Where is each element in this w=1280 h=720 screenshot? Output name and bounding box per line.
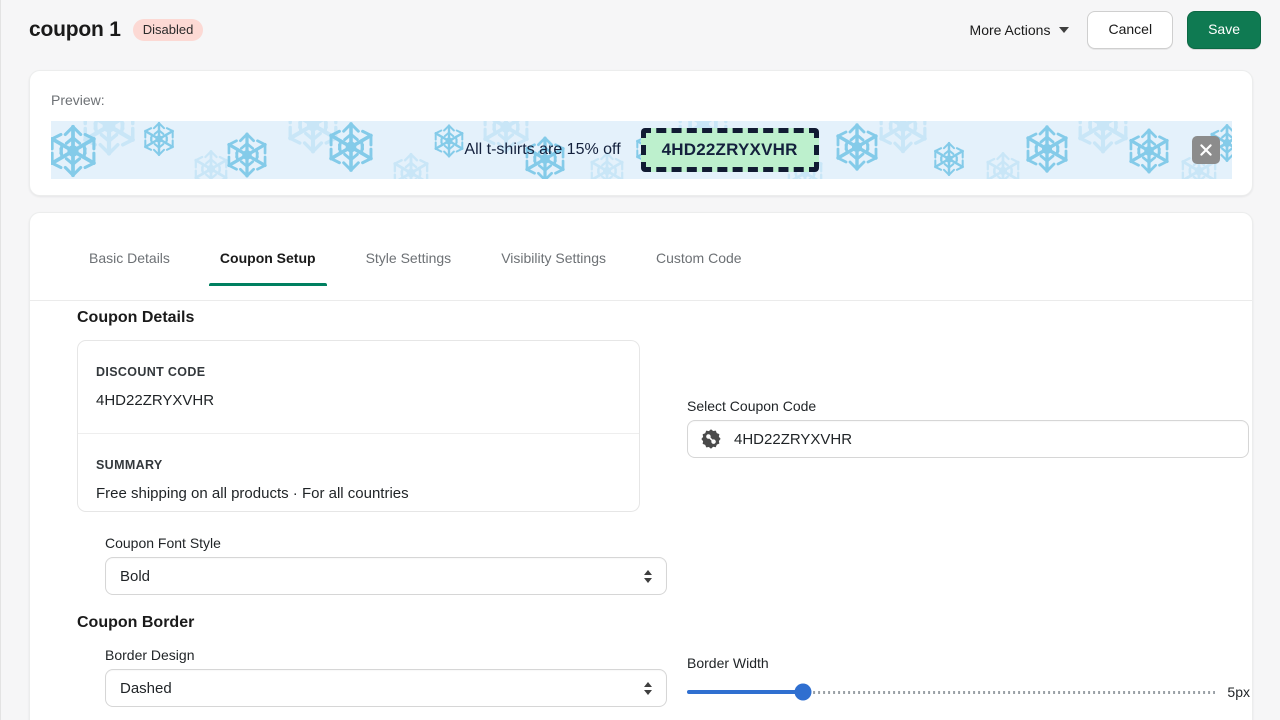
coupon-font-style-value: Bold <box>120 567 151 585</box>
page-title: coupon 1 <box>29 18 121 41</box>
tab-style-settings[interactable]: Style Settings <box>355 242 463 286</box>
slider-remaining-track <box>803 690 1216 694</box>
save-button[interactable]: Save <box>1187 11 1261 49</box>
tab-bar: Basic Details Coupon Setup Style Setting… <box>30 242 1252 301</box>
status-badge: Disabled <box>132 18 204 42</box>
banner-content: All t-shirts are 15% off 4HD22ZRYXVHR <box>464 128 819 172</box>
tab-coupon-setup[interactable]: Coupon Setup <box>208 242 327 286</box>
select-updown-icon <box>644 569 652 583</box>
chevron-down-icon <box>1059 27 1070 33</box>
preview-label: Preview: <box>51 92 105 108</box>
coupon-banner-preview: All t-shirts are 15% off 4HD22ZRYXVHR <box>51 121 1232 179</box>
close-icon <box>1200 144 1212 156</box>
header-actions: More Actions Cancel Save <box>966 11 1261 49</box>
border-width-value: 5px <box>1227 684 1250 700</box>
summary-row: SUMMARY Free shipping on all products · … <box>78 433 639 502</box>
discount-code-key: DISCOUNT CODE <box>96 365 206 379</box>
page-header: coupon 1 Disabled More Actions Cancel Sa… <box>1 0 1280 60</box>
border-width-slider[interactable] <box>687 683 1216 701</box>
select-coupon-code-field[interactable]: 4HD22ZRYXVHR <box>687 420 1249 458</box>
slider-filled-track <box>687 690 804 694</box>
summary-value: Free shipping on all products · For all … <box>96 485 409 502</box>
tab-custom-code[interactable]: Custom Code <box>645 242 753 286</box>
banner-close-button[interactable] <box>1192 136 1220 164</box>
border-width-label: Border Width <box>687 655 769 671</box>
select-coupon-code-value: 4HD22ZRYXVHR <box>734 430 853 448</box>
border-width-slider-group: 5px <box>687 679 1250 705</box>
border-design-value: Dashed <box>120 679 172 697</box>
coupon-font-style-select[interactable]: Bold <box>105 557 667 595</box>
coupon-border-heading: Coupon Border <box>77 614 195 631</box>
more-actions-button[interactable]: More Actions <box>966 16 1074 44</box>
border-design-label: Border Design <box>105 647 195 663</box>
border-design-select[interactable]: Dashed <box>105 669 667 707</box>
coupon-setup-card: Basic Details Coupon Setup Style Setting… <box>29 212 1253 720</box>
summary-key: SUMMARY <box>96 458 163 472</box>
tab-basic-details[interactable]: Basic Details <box>78 242 181 286</box>
preview-card: Preview: All t-shirts are 15% off 4HD22Z… <box>29 70 1253 196</box>
discount-percent-badge-icon <box>701 429 721 449</box>
coupon-font-style-label: Coupon Font Style <box>105 535 221 551</box>
title-group: coupon 1 Disabled <box>29 18 204 42</box>
coupon-details-heading: Coupon Details <box>77 309 195 326</box>
more-actions-label: More Actions <box>969 22 1051 38</box>
cancel-button[interactable]: Cancel <box>1087 11 1174 49</box>
select-updown-icon <box>644 681 652 695</box>
banner-coupon-code-chip[interactable]: 4HD22ZRYXVHR <box>640 128 819 172</box>
coupon-details-box: DISCOUNT CODE 4HD22ZRYXVHR SUMMARY Free … <box>77 340 640 512</box>
banner-message: All t-shirts are 15% off <box>464 141 621 158</box>
tab-visibility-settings[interactable]: Visibility Settings <box>490 242 617 286</box>
slider-thumb[interactable] <box>794 683 812 701</box>
select-coupon-code-label: Select Coupon Code <box>687 398 817 414</box>
discount-code-value: 4HD22ZRYXVHR <box>96 392 215 409</box>
app-page: coupon 1 Disabled More Actions Cancel Sa… <box>0 0 1280 720</box>
discount-code-row: DISCOUNT CODE 4HD22ZRYXVHR <box>78 341 639 409</box>
